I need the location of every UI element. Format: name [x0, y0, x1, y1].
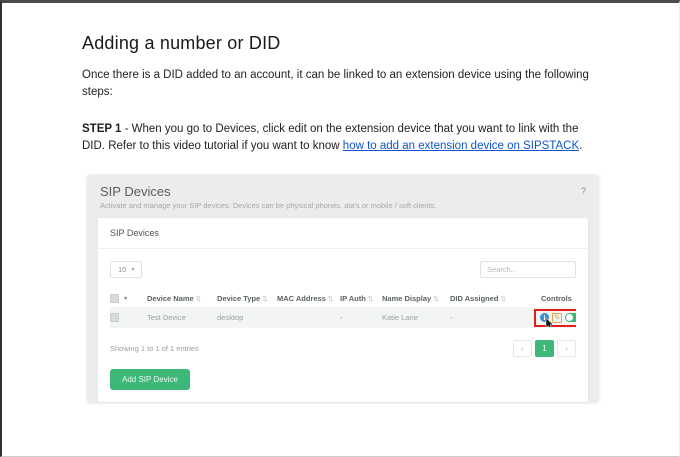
header-mac-address[interactable]: MAC Address ⇅: [277, 294, 340, 303]
table-row: Test Device desktop - Katie Lane - i ✎: [110, 307, 576, 328]
row-checkbox[interactable]: [110, 313, 119, 323]
sip-devices-screenshot: SIP Devices Activate and manage your SIP…: [87, 175, 599, 403]
sort-icon: ⇅: [500, 295, 506, 303]
table-toolbar: 10 ▾: [110, 261, 576, 278]
cell-did-assigned: -: [450, 313, 453, 322]
panel-title: SIP Devices: [100, 184, 171, 199]
add-sip-device-button[interactable]: Add SIP Device: [110, 369, 190, 390]
table-header-row: ▾ Device Name ⇅ Device Type ⇅ MAC Address ⇅…: [110, 289, 576, 307]
page-1-button[interactable]: 1: [535, 340, 554, 357]
info-icon[interactable]: i: [540, 313, 549, 322]
card-title: SIP Devices: [98, 218, 588, 249]
document-body: Adding a number or DID Once there is a D…: [2, 3, 679, 403]
cell-controls: i ✎: [523, 308, 576, 327]
toggle-icon[interactable]: [565, 313, 576, 322]
header-device-name[interactable]: Device Name ⇅: [147, 294, 217, 303]
panel-subtitle: Activate and manage your SIP devices. De…: [100, 201, 437, 210]
chevron-down-icon: ▾: [124, 296, 128, 303]
select-all-checkbox[interactable]: [110, 293, 119, 303]
page-title: Adding a number or DID: [82, 33, 281, 53]
prev-page-button[interactable]: ‹: [513, 340, 532, 357]
next-page-button[interactable]: ›: [557, 340, 576, 357]
sort-icon: ⇅: [195, 295, 202, 303]
header-name-display[interactable]: Name Display ⇅: [382, 294, 450, 303]
header-did-assigned[interactable]: DID Assigned ⇅: [450, 294, 523, 303]
sort-icon: ⇅: [367, 295, 374, 303]
search-input[interactable]: [480, 261, 576, 278]
header-controls: Controls: [541, 293, 572, 303]
controls-highlight-box: i ✎: [534, 308, 576, 327]
chevron-down-icon: ▾: [131, 267, 135, 273]
step1-label: STEP 1: [82, 123, 122, 135]
tutorial-link[interactable]: how to add an extension device on SIPSTA…: [343, 140, 579, 152]
showing-entries-text: Showing 1 to 1 of 1 entries: [110, 344, 199, 353]
sort-icon: ⇅: [327, 295, 334, 303]
intro-paragraph: Once there is a DID added to an account,…: [82, 69, 589, 98]
cell-device-type: desktop: [217, 313, 244, 322]
sort-icon: ⇅: [433, 295, 439, 303]
document-page: Adding a number or DID Once there is a D…: [0, 0, 680, 457]
toggle-knob: [566, 314, 573, 321]
edit-icon[interactable]: ✎: [552, 312, 562, 323]
sip-devices-card: SIP Devices 10 ▾ ▾ Dev: [97, 217, 589, 403]
cell-name-display: Katie Lane: [382, 313, 418, 322]
page-size-select[interactable]: 10 ▾: [110, 261, 143, 278]
page-size-value: 10: [118, 265, 127, 274]
panel-header: SIP Devices Activate and manage your SIP…: [87, 175, 599, 217]
header-ip-auth[interactable]: IP Auth ⇅: [340, 294, 382, 303]
cell-device-name: Test Device: [147, 313, 186, 322]
table-footer: Showing 1 to 1 of 1 entries ‹ 1 ›: [110, 340, 576, 357]
header-device-type[interactable]: Device Type ⇅: [217, 294, 277, 303]
cell-ip-auth: -: [340, 313, 343, 322]
step1-period: .: [579, 140, 583, 152]
pagination: ‹ 1 ›: [513, 340, 576, 357]
sort-icon: ⇅: [262, 295, 268, 303]
step1-paragraph: STEP 1 - When you go to Devices, click e…: [82, 121, 603, 155]
help-icon[interactable]: ?: [581, 184, 586, 210]
